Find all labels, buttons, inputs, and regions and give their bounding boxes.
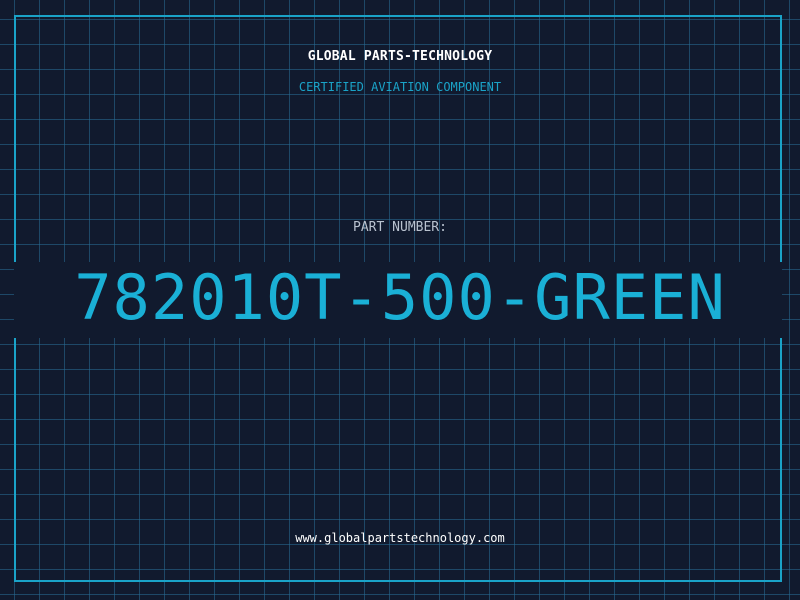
certification-subtitle: CERTIFIED AVIATION COMPONENT xyxy=(298,80,502,94)
part-number-label: PART NUMBER: xyxy=(353,220,447,235)
website-url: www.globalpartstechnology.com xyxy=(295,531,505,545)
part-number-value: 782010T-500-GREEN xyxy=(74,261,726,334)
company-name: GLOBAL PARTS-TECHNOLOGY xyxy=(307,49,493,64)
certificate-page: GLOBAL PARTS-TECHNOLOGY CERTIFIED AVIATI… xyxy=(0,0,800,600)
